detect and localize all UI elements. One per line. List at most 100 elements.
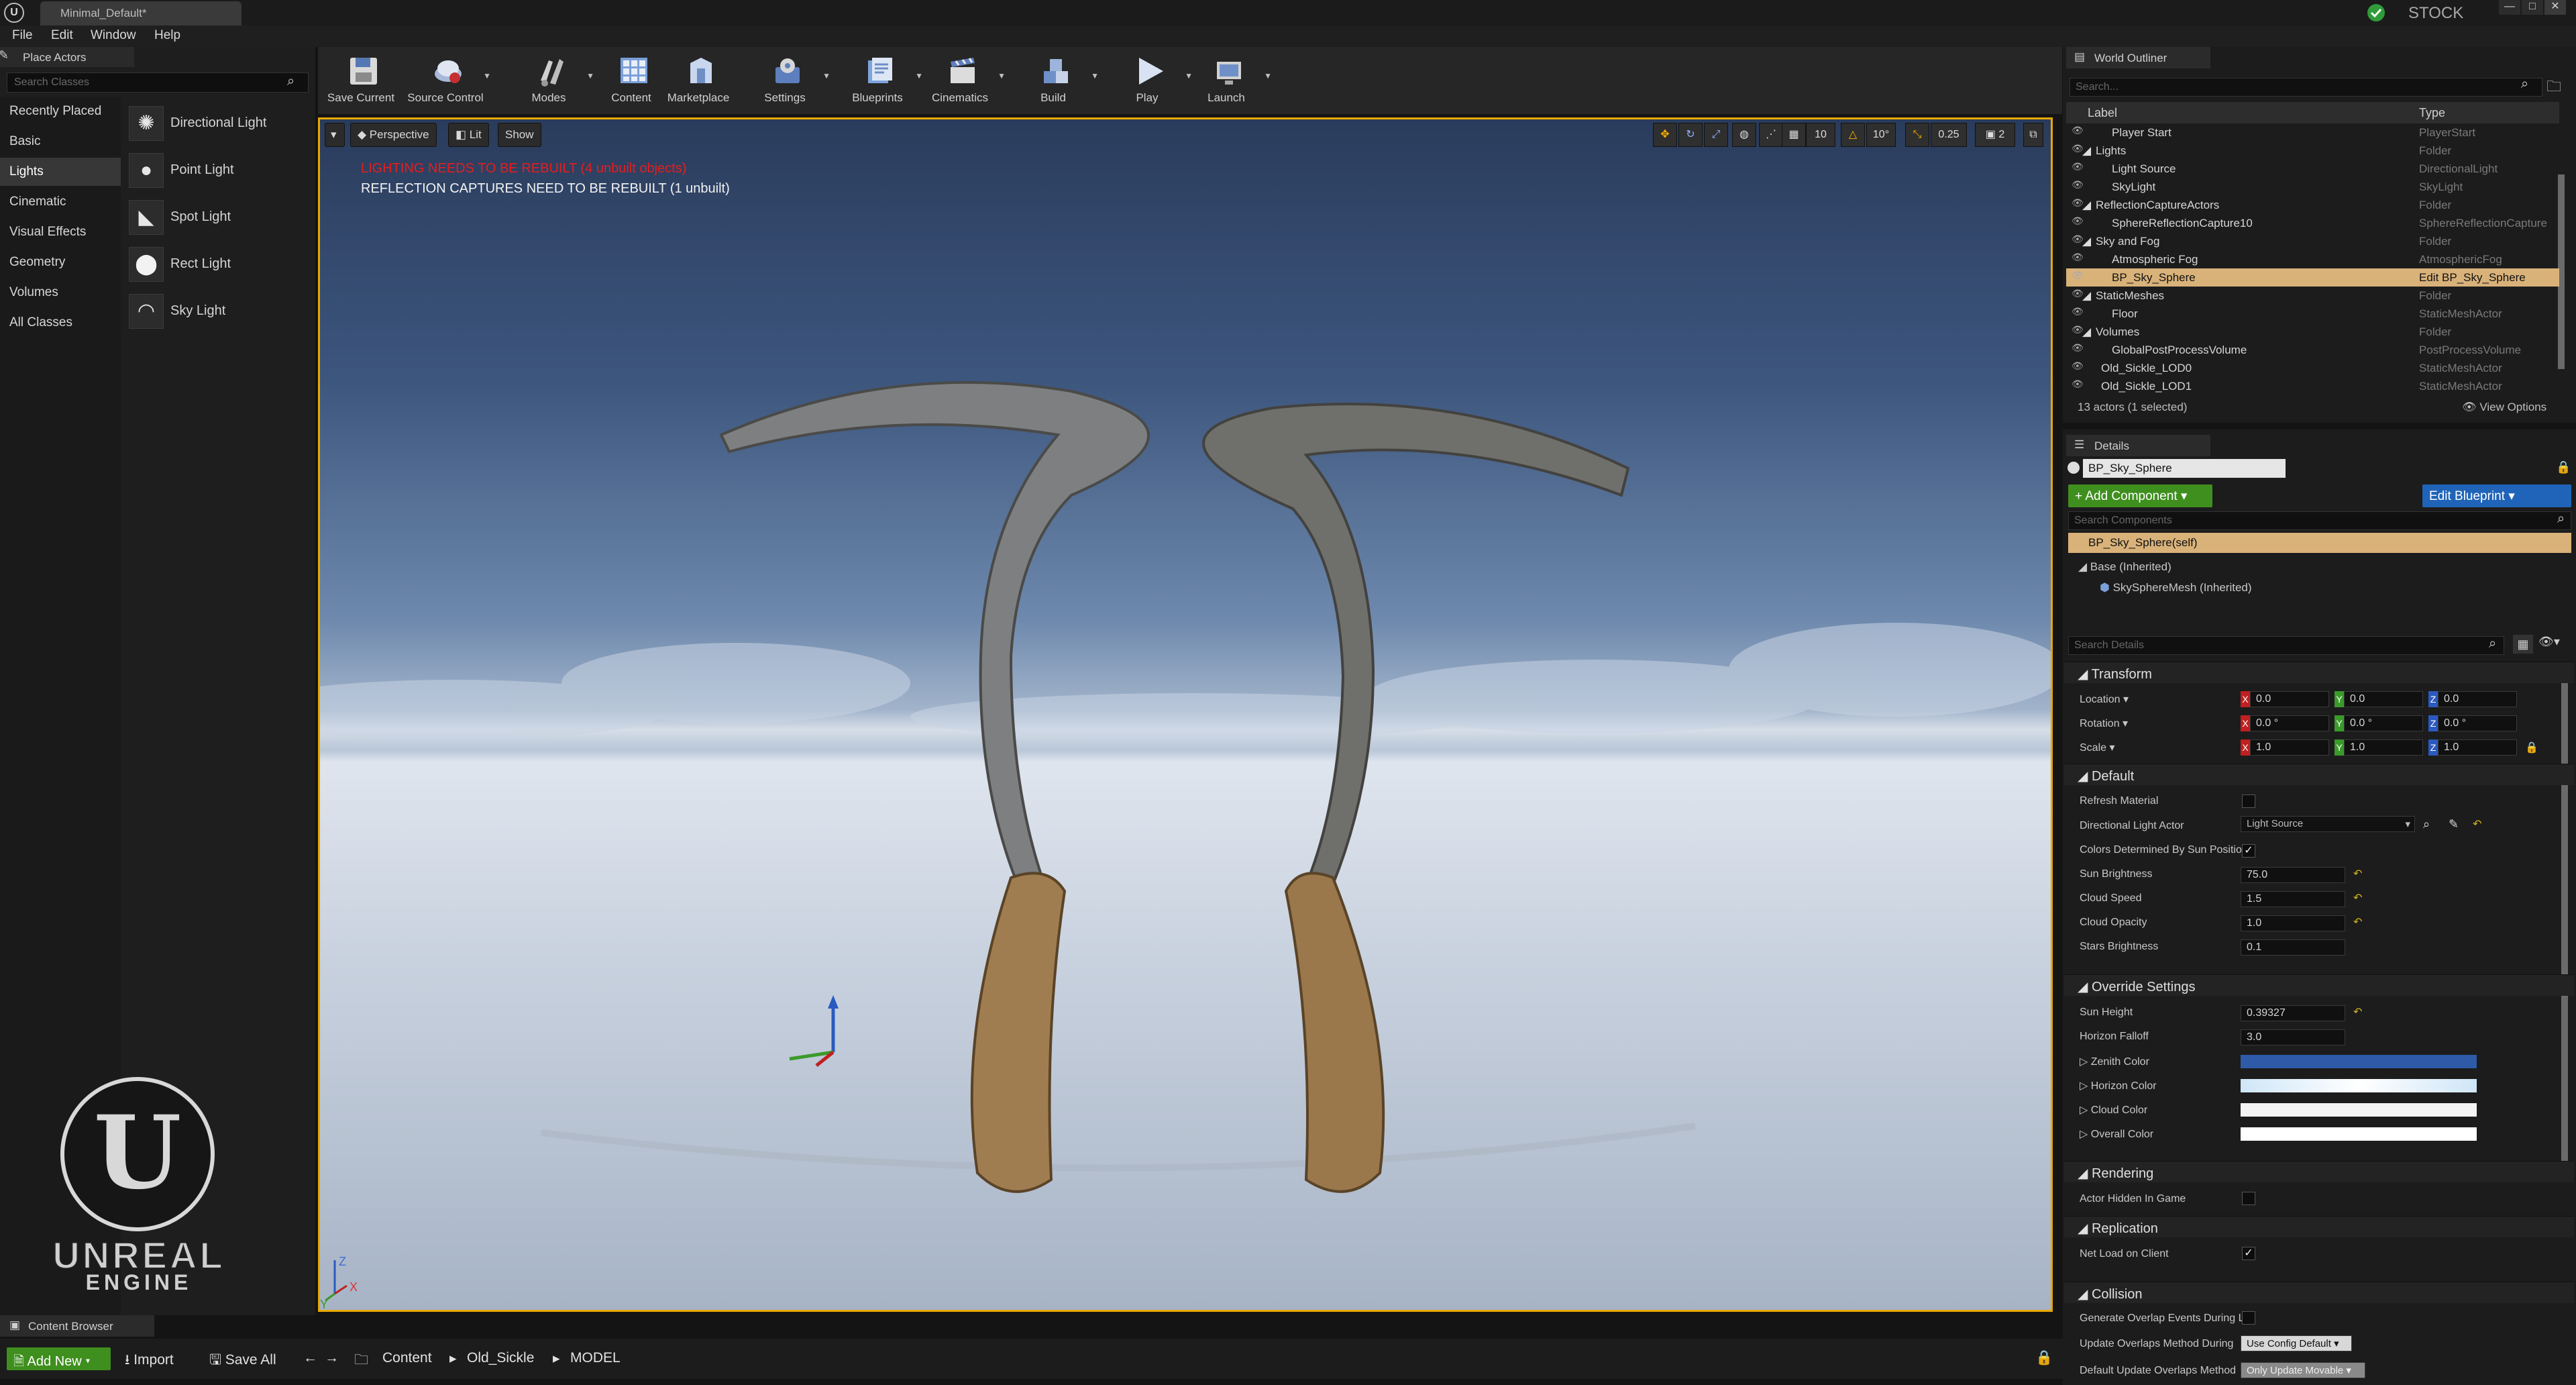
reset-to-default-icon[interactable]: ↶ bbox=[2353, 867, 2362, 880]
visibility-eye-icon[interactable]: 👁 bbox=[2072, 378, 2084, 390]
reset-to-default-icon[interactable]: ↶ bbox=[2353, 1005, 2362, 1019]
visibility-eye-icon[interactable]: 👁 bbox=[2072, 342, 2084, 354]
rotation-x-field[interactable]: 0.0 ° bbox=[2250, 715, 2329, 731]
minimize-button[interactable]: — bbox=[2499, 0, 2520, 15]
horizon-color-swatch[interactable] bbox=[2241, 1079, 2477, 1092]
marketplace-button[interactable]: Marketplace bbox=[658, 47, 739, 111]
outliner-row[interactable]: 👁 Atmospheric Fog AtmosphericFog bbox=[2066, 250, 2559, 268]
search-icon[interactable]: ⌕ bbox=[2489, 636, 2496, 652]
scale-y-field[interactable]: 1.0 bbox=[2344, 739, 2423, 756]
sun-brightness-field[interactable]: 75.0 bbox=[2241, 867, 2345, 883]
visibility-eye-icon[interactable]: 👁 bbox=[2072, 306, 2084, 317]
scale-snap-icon[interactable]: ⤡ bbox=[1905, 123, 1929, 147]
zenith-color-swatch[interactable] bbox=[2241, 1055, 2477, 1068]
section-default[interactable]: ◢ Default bbox=[2064, 764, 2574, 785]
component-base[interactable]: ◢ Base (Inherited) bbox=[2078, 560, 2171, 574]
modes-button[interactable]: Modes ▼ bbox=[508, 47, 594, 111]
scale-snap-value[interactable]: 0.25 bbox=[1931, 123, 1967, 147]
component-search-input[interactable]: Search Components bbox=[2068, 511, 2571, 530]
rotation-y-field[interactable]: 0.0 ° bbox=[2344, 715, 2423, 731]
visibility-eye-icon[interactable]: 👁 bbox=[2072, 360, 2084, 372]
outliner-row[interactable]: 👁 ◢ Volumes Folder bbox=[2066, 323, 2559, 341]
save-current-button[interactable]: Save Current bbox=[321, 47, 401, 111]
section-rendering[interactable]: ◢ Rendering bbox=[2064, 1161, 2574, 1182]
directional-light-actor-select[interactable]: Light Source ▾ bbox=[2241, 816, 2415, 832]
outliner-row[interactable]: 👁 Floor StaticMeshActor bbox=[2066, 305, 2559, 323]
back-button[interactable]: ← bbox=[303, 1350, 317, 1366]
outliner-row[interactable]: 👁 SkyLight SkyLight bbox=[2066, 178, 2559, 196]
sun-height-field[interactable]: 0.39327 bbox=[2241, 1005, 2345, 1021]
outliner-row[interactable]: 👁 Player Start PlayerStart bbox=[2066, 123, 2559, 142]
cloud-opacity-field[interactable]: 1.0 bbox=[2241, 915, 2345, 931]
place-item-directional-light[interactable]: ✺ Directional Light bbox=[127, 101, 315, 145]
perspective-button[interactable]: ◆ Perspective bbox=[350, 123, 437, 147]
grid-snap-value[interactable]: 10 bbox=[1806, 123, 1835, 147]
overall-color-swatch[interactable] bbox=[2241, 1127, 2477, 1141]
outliner-row[interactable]: 👁 SphereReflectionCapture10 SphereReflecti… bbox=[2066, 214, 2559, 232]
folder-icon[interactable]: 🗀 bbox=[354, 1350, 368, 1374]
settings-button[interactable]: Settings ▼ bbox=[745, 47, 830, 111]
outliner-row[interactable]: 👁 ◢ ReflectionCaptureActors Folder bbox=[2066, 196, 2559, 214]
breadcrumb-model[interactable]: MODEL bbox=[570, 1350, 621, 1366]
search-icon[interactable]: ⌕ bbox=[287, 74, 305, 91]
viewport-options-button[interactable]: ▾ bbox=[325, 123, 345, 147]
update-overlaps-select[interactable]: Use Config Default ▾ bbox=[2241, 1335, 2352, 1351]
reset-to-default-icon[interactable]: ↶ bbox=[2353, 891, 2362, 905]
rotation-z-field[interactable]: 0.0 ° bbox=[2438, 715, 2517, 731]
visibility-filter-icon[interactable]: 👁▾ bbox=[2538, 635, 2567, 654]
component-sky-sphere-mesh[interactable]: ⬢ SkySphereMesh (Inherited) bbox=[2100, 581, 2252, 595]
chevron-down-icon[interactable]: ▼ bbox=[822, 71, 830, 81]
outliner-row[interactable]: 👁 BP_Sky_Sphere Edit BP_Sky_Sphere bbox=[2066, 268, 2559, 287]
category-basic[interactable]: Basic bbox=[0, 127, 121, 156]
grid-snap-icon[interactable]: ▦ bbox=[1782, 123, 1806, 147]
maximize-button[interactable]: □ bbox=[2522, 0, 2543, 15]
maximize-viewport-icon[interactable]: ⧉ bbox=[2023, 123, 2043, 147]
visibility-eye-icon[interactable]: 👁 bbox=[2072, 215, 2084, 227]
content-browser-tab[interactable]: ▣ Content Browser bbox=[0, 1315, 154, 1337]
category-visual-effects[interactable]: Visual Effects bbox=[0, 218, 121, 246]
source-control-status-icon[interactable] bbox=[2365, 3, 2387, 23]
class-search-input[interactable]: Search Classes bbox=[7, 72, 309, 93]
reset-to-default-icon[interactable]: ↶ bbox=[2473, 817, 2481, 831]
category-cinematic[interactable]: Cinematic bbox=[0, 188, 121, 216]
breadcrumb-old-sickle[interactable]: Old_Sickle bbox=[467, 1350, 534, 1366]
default-update-select[interactable]: Only Update Movable ▾ bbox=[2241, 1362, 2365, 1378]
picker-icon[interactable]: ✎ bbox=[2449, 817, 2459, 831]
visibility-eye-icon[interactable]: 👁 bbox=[2072, 179, 2084, 191]
section-override-settings[interactable]: ◢ Override Settings bbox=[2064, 974, 2574, 996]
level-tab[interactable]: Minimal_Default* bbox=[40, 1, 241, 25]
source-control-button[interactable]: Source Control ▼ bbox=[405, 47, 491, 111]
scale-label[interactable]: Scale ▾ bbox=[2080, 741, 2115, 754]
chevron-down-icon[interactable]: ▼ bbox=[483, 71, 491, 81]
actor-name-field[interactable]: BP_Sky_Sphere bbox=[2083, 459, 2286, 478]
breadcrumb-content[interactable]: Content bbox=[382, 1350, 432, 1366]
horizon-falloff-field[interactable]: 3.0 bbox=[2241, 1029, 2345, 1045]
add-new-button[interactable]: 🗎 Add New ▾ bbox=[7, 1347, 111, 1370]
menu-window[interactable]: Window bbox=[91, 28, 136, 43]
build-button[interactable]: Build ▼ bbox=[1013, 47, 1099, 111]
details-scrollbar[interactable] bbox=[2561, 664, 2568, 1181]
lit-button[interactable]: ◧ Lit bbox=[448, 123, 489, 147]
close-button[interactable]: ✕ bbox=[2544, 0, 2566, 15]
outliner-row[interactable]: 👁 Old_Sickle_LOD0 StaticMeshActor bbox=[2066, 359, 2559, 377]
location-y-field[interactable]: 0.0 bbox=[2344, 691, 2423, 707]
outliner-row[interactable]: 👁 ◢ Lights Folder bbox=[2066, 142, 2559, 160]
scale-x-field[interactable]: 1.0 bbox=[2250, 739, 2329, 756]
reset-to-default-icon[interactable]: ↶ bbox=[2353, 915, 2362, 929]
component-self[interactable]: BP_Sky_Sphere(self) bbox=[2068, 533, 2571, 553]
outliner-row[interactable]: 👁 Old_Sickle_LOD1 StaticMeshActor bbox=[2066, 377, 2559, 395]
column-label[interactable]: Label bbox=[2088, 106, 2117, 120]
colors-by-sun-checkbox[interactable]: ✓ bbox=[2242, 844, 2255, 858]
details-tab[interactable]: ☰ Details bbox=[2066, 435, 2210, 456]
property-matrix-icon[interactable]: ▦ bbox=[2513, 635, 2533, 654]
place-actors-tab[interactable]: ✎ Place Actors bbox=[0, 47, 134, 67]
lock-icon[interactable]: 🔒 bbox=[2556, 460, 2571, 474]
location-z-field[interactable]: 0.0 bbox=[2438, 691, 2517, 707]
outliner-row[interactable]: 👁 GlobalPostProcessVolume PostProcessVolum… bbox=[2066, 341, 2559, 359]
edit-blueprint-button[interactable]: Edit Blueprint ▾ bbox=[2422, 484, 2571, 507]
surface-snap-icon[interactable]: ⋰ bbox=[1759, 123, 1783, 147]
launch-button[interactable]: Launch ▼ bbox=[1186, 47, 1272, 111]
section-collision[interactable]: ◢ Collision bbox=[2064, 1282, 2574, 1303]
menu-file[interactable]: File bbox=[12, 28, 33, 43]
section-replication[interactable]: ◢ Replication bbox=[2064, 1216, 2574, 1237]
